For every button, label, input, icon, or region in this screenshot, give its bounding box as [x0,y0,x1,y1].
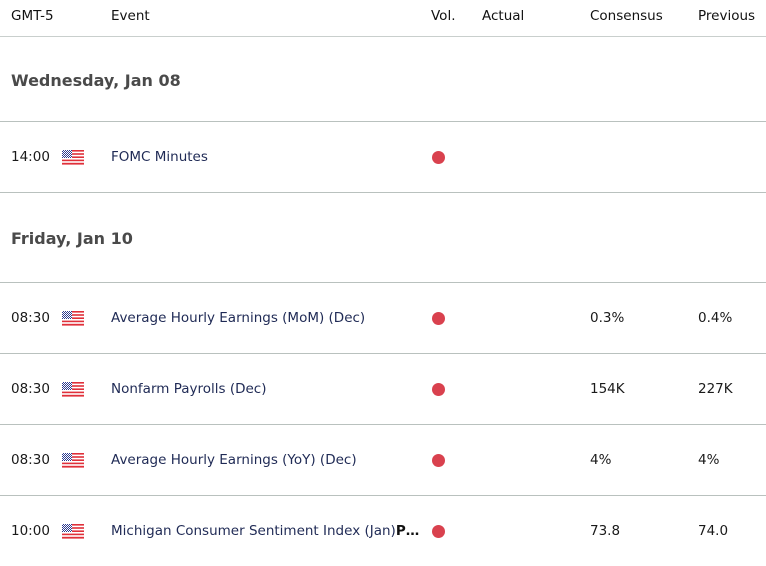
event-time: 08:30 [11,310,50,326]
volatility-high-icon [432,312,445,325]
header-timezone[interactable]: GMT-5 [11,8,54,24]
us-flag-icon [62,524,84,539]
day-label: Friday, Jan 10 [11,229,133,248]
table-header: GMT-5 Event Vol. Actual Consensus Previo… [0,0,766,37]
event-name[interactable]: Nonfarm Payrolls (Dec) [111,381,267,397]
event-name[interactable]: FOMC Minutes [111,149,208,165]
event-name[interactable]: Michigan Consumer Sentiment Index (Jan)P… [111,523,419,539]
event-consensus: 154K [590,381,625,397]
header-event: Event [111,8,150,24]
day-header: Wednesday, Jan 08 [0,37,766,122]
event-previous: 74.0 [698,523,729,539]
header-consensus: Consensus [590,8,663,24]
event-time: 08:30 [11,452,50,468]
event-consensus: 4% [590,452,612,468]
event-previous: 4% [698,452,720,468]
volatility-high-icon [432,383,445,396]
us-flag-icon [62,311,84,326]
event-row[interactable]: 08:30 Average Hourly Earnings (YoY) (Dec… [0,425,766,496]
event-previous: 227K [698,381,733,397]
day-header: Friday, Jan 10 [0,193,766,283]
event-row[interactable]: 08:30 Average Hourly Earnings (MoM) (Dec… [0,283,766,354]
volatility-high-icon [432,454,445,467]
event-row[interactable]: 14:00 FOMC Minutes [0,122,766,193]
volatility-high-icon [432,151,445,164]
event-time: 14:00 [11,149,50,165]
header-actual: Actual [482,8,525,24]
event-previous: 0.4% [698,310,733,326]
event-name[interactable]: Average Hourly Earnings (MoM) (Dec) [111,310,365,326]
event-row[interactable]: 08:30 Nonfarm Payrolls (Dec) 154K 227K [0,354,766,425]
event-consensus: 73.8 [590,523,621,539]
us-flag-icon [62,453,84,468]
event-row[interactable]: 10:00 Michigan Consumer Sentiment Index … [0,496,766,566]
event-consensus: 0.3% [590,310,625,326]
volatility-high-icon [432,525,445,538]
day-label: Wednesday, Jan 08 [11,71,181,90]
header-previous: Previous [698,8,756,24]
event-time: 10:00 [11,523,50,539]
us-flag-icon [62,150,84,165]
header-volatility: Vol. [431,8,456,24]
event-name[interactable]: Average Hourly Earnings (YoY) (Dec) [111,452,357,468]
us-flag-icon [62,382,84,397]
event-time: 08:30 [11,381,50,397]
